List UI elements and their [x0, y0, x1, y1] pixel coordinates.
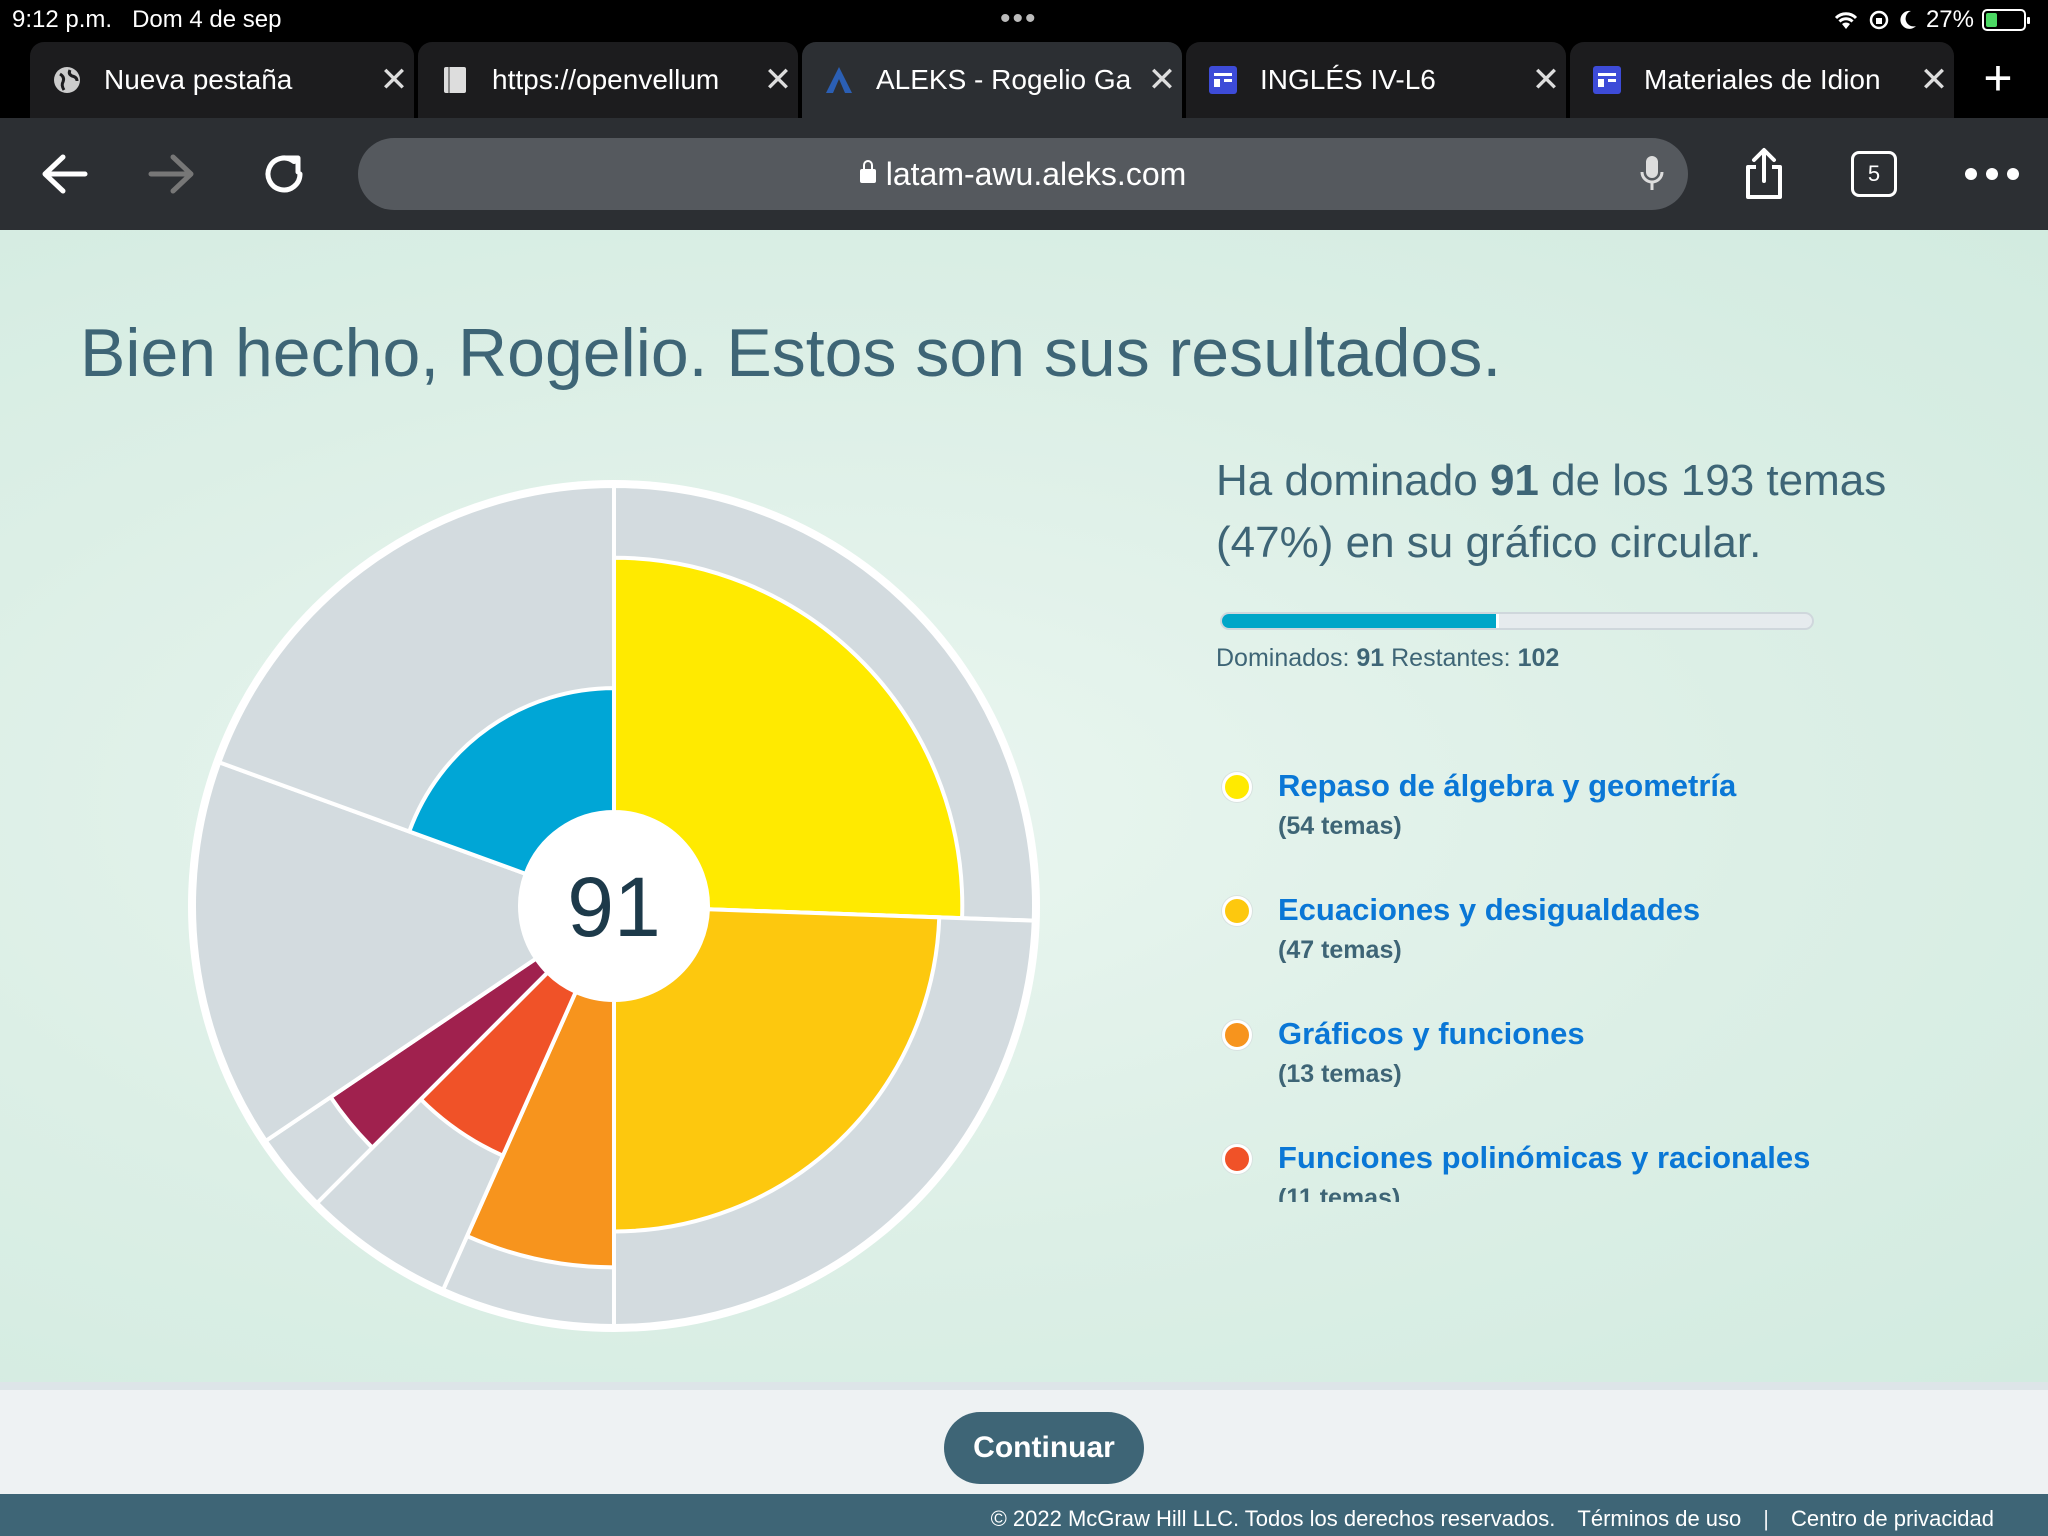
tab-label: https://openvellum [492, 64, 720, 95]
legend-count: (54 temas) [1278, 812, 1402, 840]
forward-arrow-icon [148, 154, 194, 194]
wifi-icon [1834, 12, 1858, 29]
tab-openvellum[interactable]: https://openvellum ✕ [418, 42, 798, 118]
ellipsis-icon [1965, 168, 2019, 180]
classroom-icon [1208, 65, 1238, 95]
copyright-text: © 2022 McGraw Hill LLC. Todos los derech… [990, 1506, 1556, 1531]
aleks-logo-icon [824, 65, 854, 95]
back-arrow-icon [42, 154, 88, 194]
legend-count: (13 temas) [1278, 1060, 1402, 1088]
legend-name-link[interactable]: Funciones polinómicas y racionales [1278, 1140, 1810, 1176]
legend-name-link[interactable]: Gráficos y funciones [1278, 1016, 1585, 1052]
legend-count: (47 temas) [1278, 936, 1402, 964]
legend-dot [1222, 896, 1252, 926]
battery-icon [1982, 9, 2030, 31]
tab-materiales[interactable]: Materiales de Idion ✕ [1570, 42, 1954, 118]
legend-item[interactable]: Repaso de álgebra y geometría (54 temas) [1220, 768, 2020, 892]
orientation-lock-icon [1869, 10, 1889, 30]
new-tab-button[interactable]: + [1968, 50, 2028, 106]
legend-dot [1222, 1144, 1252, 1174]
legend-name-link[interactable]: Repaso de álgebra y geometría [1278, 768, 1736, 804]
battery-percent: 27% [1925, 6, 1974, 33]
more-menu-button[interactable] [1952, 142, 2032, 206]
share-icon [1746, 148, 1782, 199]
share-button[interactable] [1732, 142, 1796, 206]
close-icon[interactable]: ✕ [374, 60, 414, 100]
multitasking-dots-icon[interactable]: ••• [1000, 2, 1038, 36]
lock-icon [859, 160, 876, 183]
tab-label: Materiales de Idion [1644, 64, 1881, 95]
browser-toolbar: latam-awu.aleks.com 5 [0, 118, 2048, 230]
legend-name-link[interactable]: Ecuaciones y desigualdades [1278, 892, 1700, 928]
terms-link[interactable]: Términos de uso [1577, 1506, 1741, 1532]
tab-count: 5 [1851, 151, 1897, 197]
legend-count: (11 temas) [1278, 1184, 1401, 1202]
tab-label: Nueva pestaña [104, 64, 293, 95]
tab-aleks[interactable]: ALEKS - Rogelio Ga ✕ [802, 42, 1182, 118]
legend-dot [1222, 1020, 1252, 1050]
mastered-count: 91 [1489, 456, 1539, 505]
mastery-progress-bar [1220, 612, 1814, 630]
tab-strip: Nueva pestaña ✕ https://openvellum ✕ ALE… [0, 36, 2048, 118]
close-icon[interactable]: ✕ [1526, 60, 1566, 100]
tab-nueva-pestana[interactable]: Nueva pestaña ✕ [30, 42, 414, 118]
tab-label: ALEKS - Rogelio Ga [876, 64, 1132, 95]
status-time: 9:12 p.m. Dom 4 de sep [12, 6, 282, 33]
privacy-link[interactable]: Centro de privacidad [1791, 1506, 1994, 1532]
microphone-icon[interactable] [1640, 154, 1664, 194]
footer: © 2022 McGraw Hill LLC. Todos los derech… [0, 1494, 2048, 1536]
reload-icon [265, 155, 303, 193]
classroom-icon [1592, 65, 1622, 95]
tabs-overview-button[interactable]: 5 [1842, 142, 1906, 206]
url-text: latam-awu.aleks.com [885, 155, 1187, 192]
legend-dot [1222, 772, 1252, 802]
close-icon[interactable]: ✕ [1914, 60, 1954, 100]
bottom-action-bar: Continuar [0, 1382, 2048, 1494]
book-icon [440, 65, 470, 95]
reload-button[interactable] [252, 142, 316, 206]
globe-icon [52, 65, 82, 95]
legend-item[interactable]: Funciones polinómicas y racionales (11 t… [1220, 1140, 2020, 1202]
mastery-counts: Dominados: 91 Restantes: 102 [1216, 644, 1560, 672]
address-bar[interactable]: latam-awu.aleks.com [358, 138, 1688, 210]
tab-ingles[interactable]: INGLÉS IV-L6 ✕ [1186, 42, 1566, 118]
progress-fill [1222, 614, 1500, 628]
aleks-results-page: Bien hecho, Rogelio. Estos son sus resul… [0, 230, 2048, 1382]
status-bar: 9:12 p.m. Dom 4 de sep ••• 27% [0, 0, 2048, 36]
close-icon[interactable]: ✕ [758, 60, 798, 100]
continue-button[interactable]: Continuar [944, 1412, 1144, 1484]
legend-item[interactable]: Gráficos y funciones (13 temas) [1220, 1016, 2020, 1140]
mastery-summary: Ha dominado 91 de los 193 temas (47%) en… [1216, 456, 1887, 567]
legend-item[interactable]: Ecuaciones y desigualdades (47 temas) [1220, 892, 2020, 1016]
footer-separator: | [1763, 1506, 1769, 1531]
pie-legend: Repaso de álgebra y geometría (54 temas)… [1220, 768, 2020, 1202]
status-indicators: 27% [1832, 6, 2030, 34]
moon-icon [1900, 10, 1916, 29]
close-icon[interactable]: ✕ [1142, 60, 1182, 100]
tab-label: INGLÉS IV-L6 [1260, 64, 1436, 95]
forward-button[interactable] [140, 142, 204, 206]
pie-center-count: 91 [567, 860, 660, 954]
back-button[interactable] [32, 142, 96, 206]
